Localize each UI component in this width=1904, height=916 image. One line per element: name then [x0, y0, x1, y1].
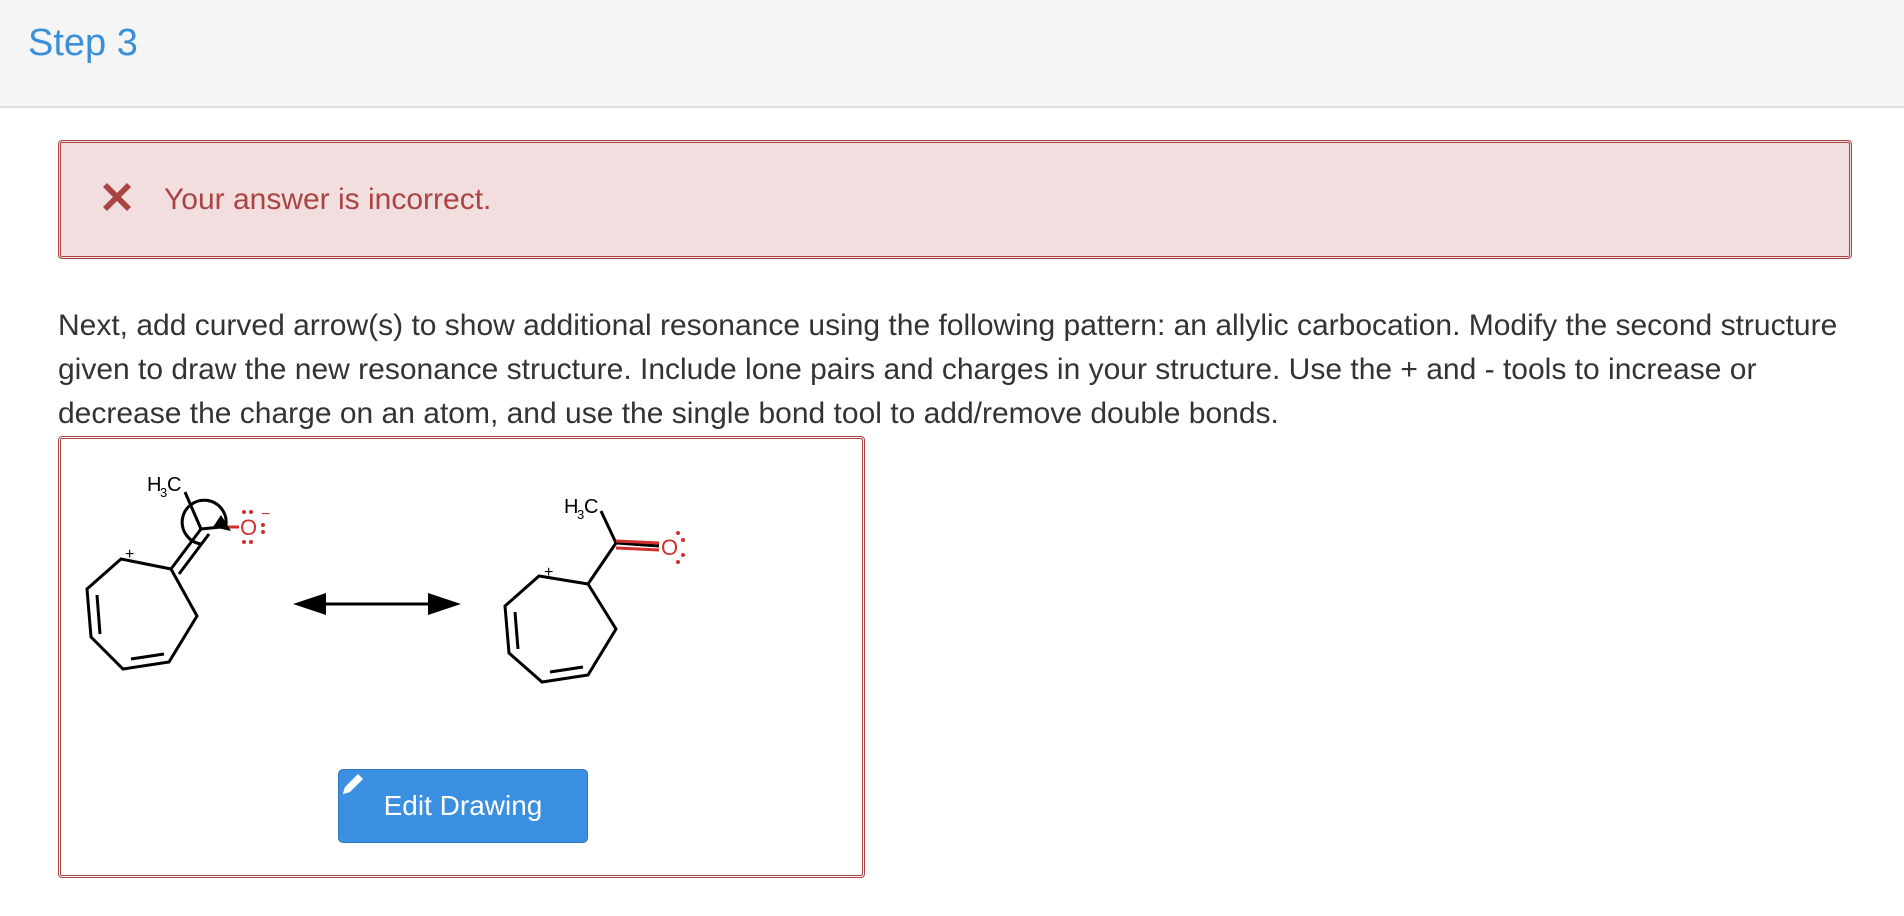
structure-2 — [503, 510, 660, 684]
drawing-panel[interactable]: H 3 C O − + H 3 C O + Edit Drawing — [58, 436, 865, 878]
s2-co-bond-a — [615, 539, 660, 545]
edit-drawing-button[interactable]: Edit Drawing — [338, 769, 588, 843]
s1-oxygen: O — [240, 515, 257, 540]
s2-ring-bonds — [503, 574, 618, 684]
edit-drawing-label: Edit Drawing — [383, 790, 543, 821]
alert-message: Your answer is incorrect. — [164, 183, 492, 216]
ring-double-a — [95, 594, 102, 635]
incorrect-alert: Your answer is incorrect. — [58, 140, 1852, 259]
instructions-text: Next, add curved arrow(s) to show additi… — [58, 309, 1838, 430]
step-title: Step 3 — [28, 22, 138, 64]
s2-co-bond-b — [615, 546, 660, 552]
s2-carbon-charge: + — [544, 564, 553, 581]
s2-oxygen: O — [661, 535, 678, 560]
step-header: Step 3 — [0, 0, 1904, 108]
s1-methyl-c: C — [167, 474, 181, 496]
close-x-icon — [103, 183, 131, 211]
ring-bonds — [85, 557, 199, 671]
s1-oxygen-charge: − — [261, 506, 270, 523]
s2-exocyclic-bond — [586, 542, 618, 585]
pencil-icon — [343, 774, 363, 794]
s2-methyl-c: C — [584, 496, 598, 518]
s1-carbon-charge: + — [125, 546, 134, 563]
ring-double-b — [130, 652, 165, 661]
s2-ring-double-b — [549, 665, 584, 674]
resonance-arrow — [293, 593, 461, 615]
s2-ring-double-a — [513, 611, 520, 650]
structure-1 — [85, 491, 239, 671]
